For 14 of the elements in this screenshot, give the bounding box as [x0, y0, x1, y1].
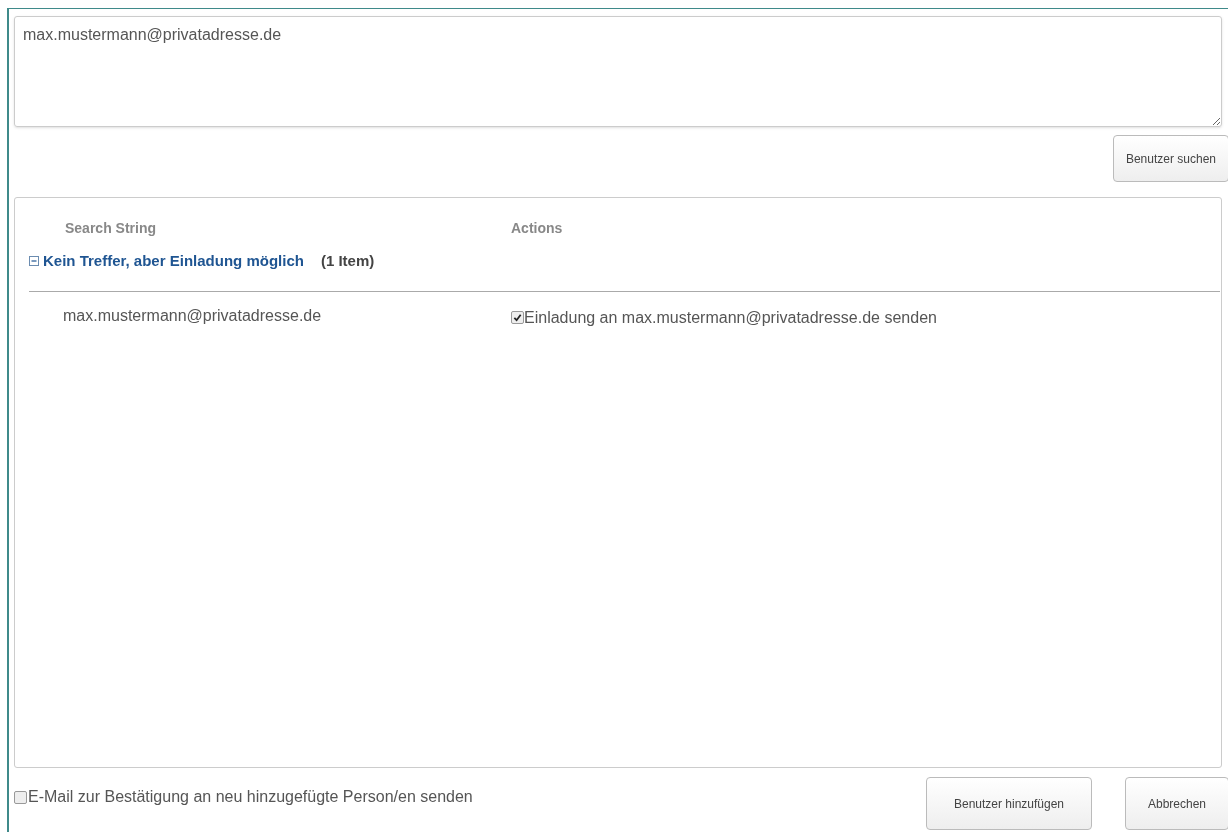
column-header: Actions [511, 219, 563, 238]
search-textarea[interactable]: max.mustermann@privatadresse.de [14, 16, 1222, 127]
checkbox[interactable] [14, 790, 27, 804]
checkbox[interactable] [511, 311, 524, 324]
action-label: Einladung an max.mustermann@privatadresse.de senden [524, 307, 937, 328]
collapse-icon[interactable] [29, 256, 39, 267]
add-users-button[interactable]: Benutzer hinzufügen [926, 777, 1092, 830]
group-count: (1 Item) [320, 251, 375, 271]
checkbox-label: E-Mail zur Bestätigung an neu hinzugefügte Person/en senden [28, 787, 473, 807]
search-string: max.mustermann@privatadresse.de [63, 305, 323, 326]
cancel-button[interactable]: Abbrechen [1125, 777, 1228, 830]
search-button[interactable]: Benutzer suchen [1112, 135, 1228, 182]
group-title[interactable]: Kein Treffer, aber Einladung möglich [43, 250, 304, 273]
column-header: Search String [65, 219, 158, 238]
